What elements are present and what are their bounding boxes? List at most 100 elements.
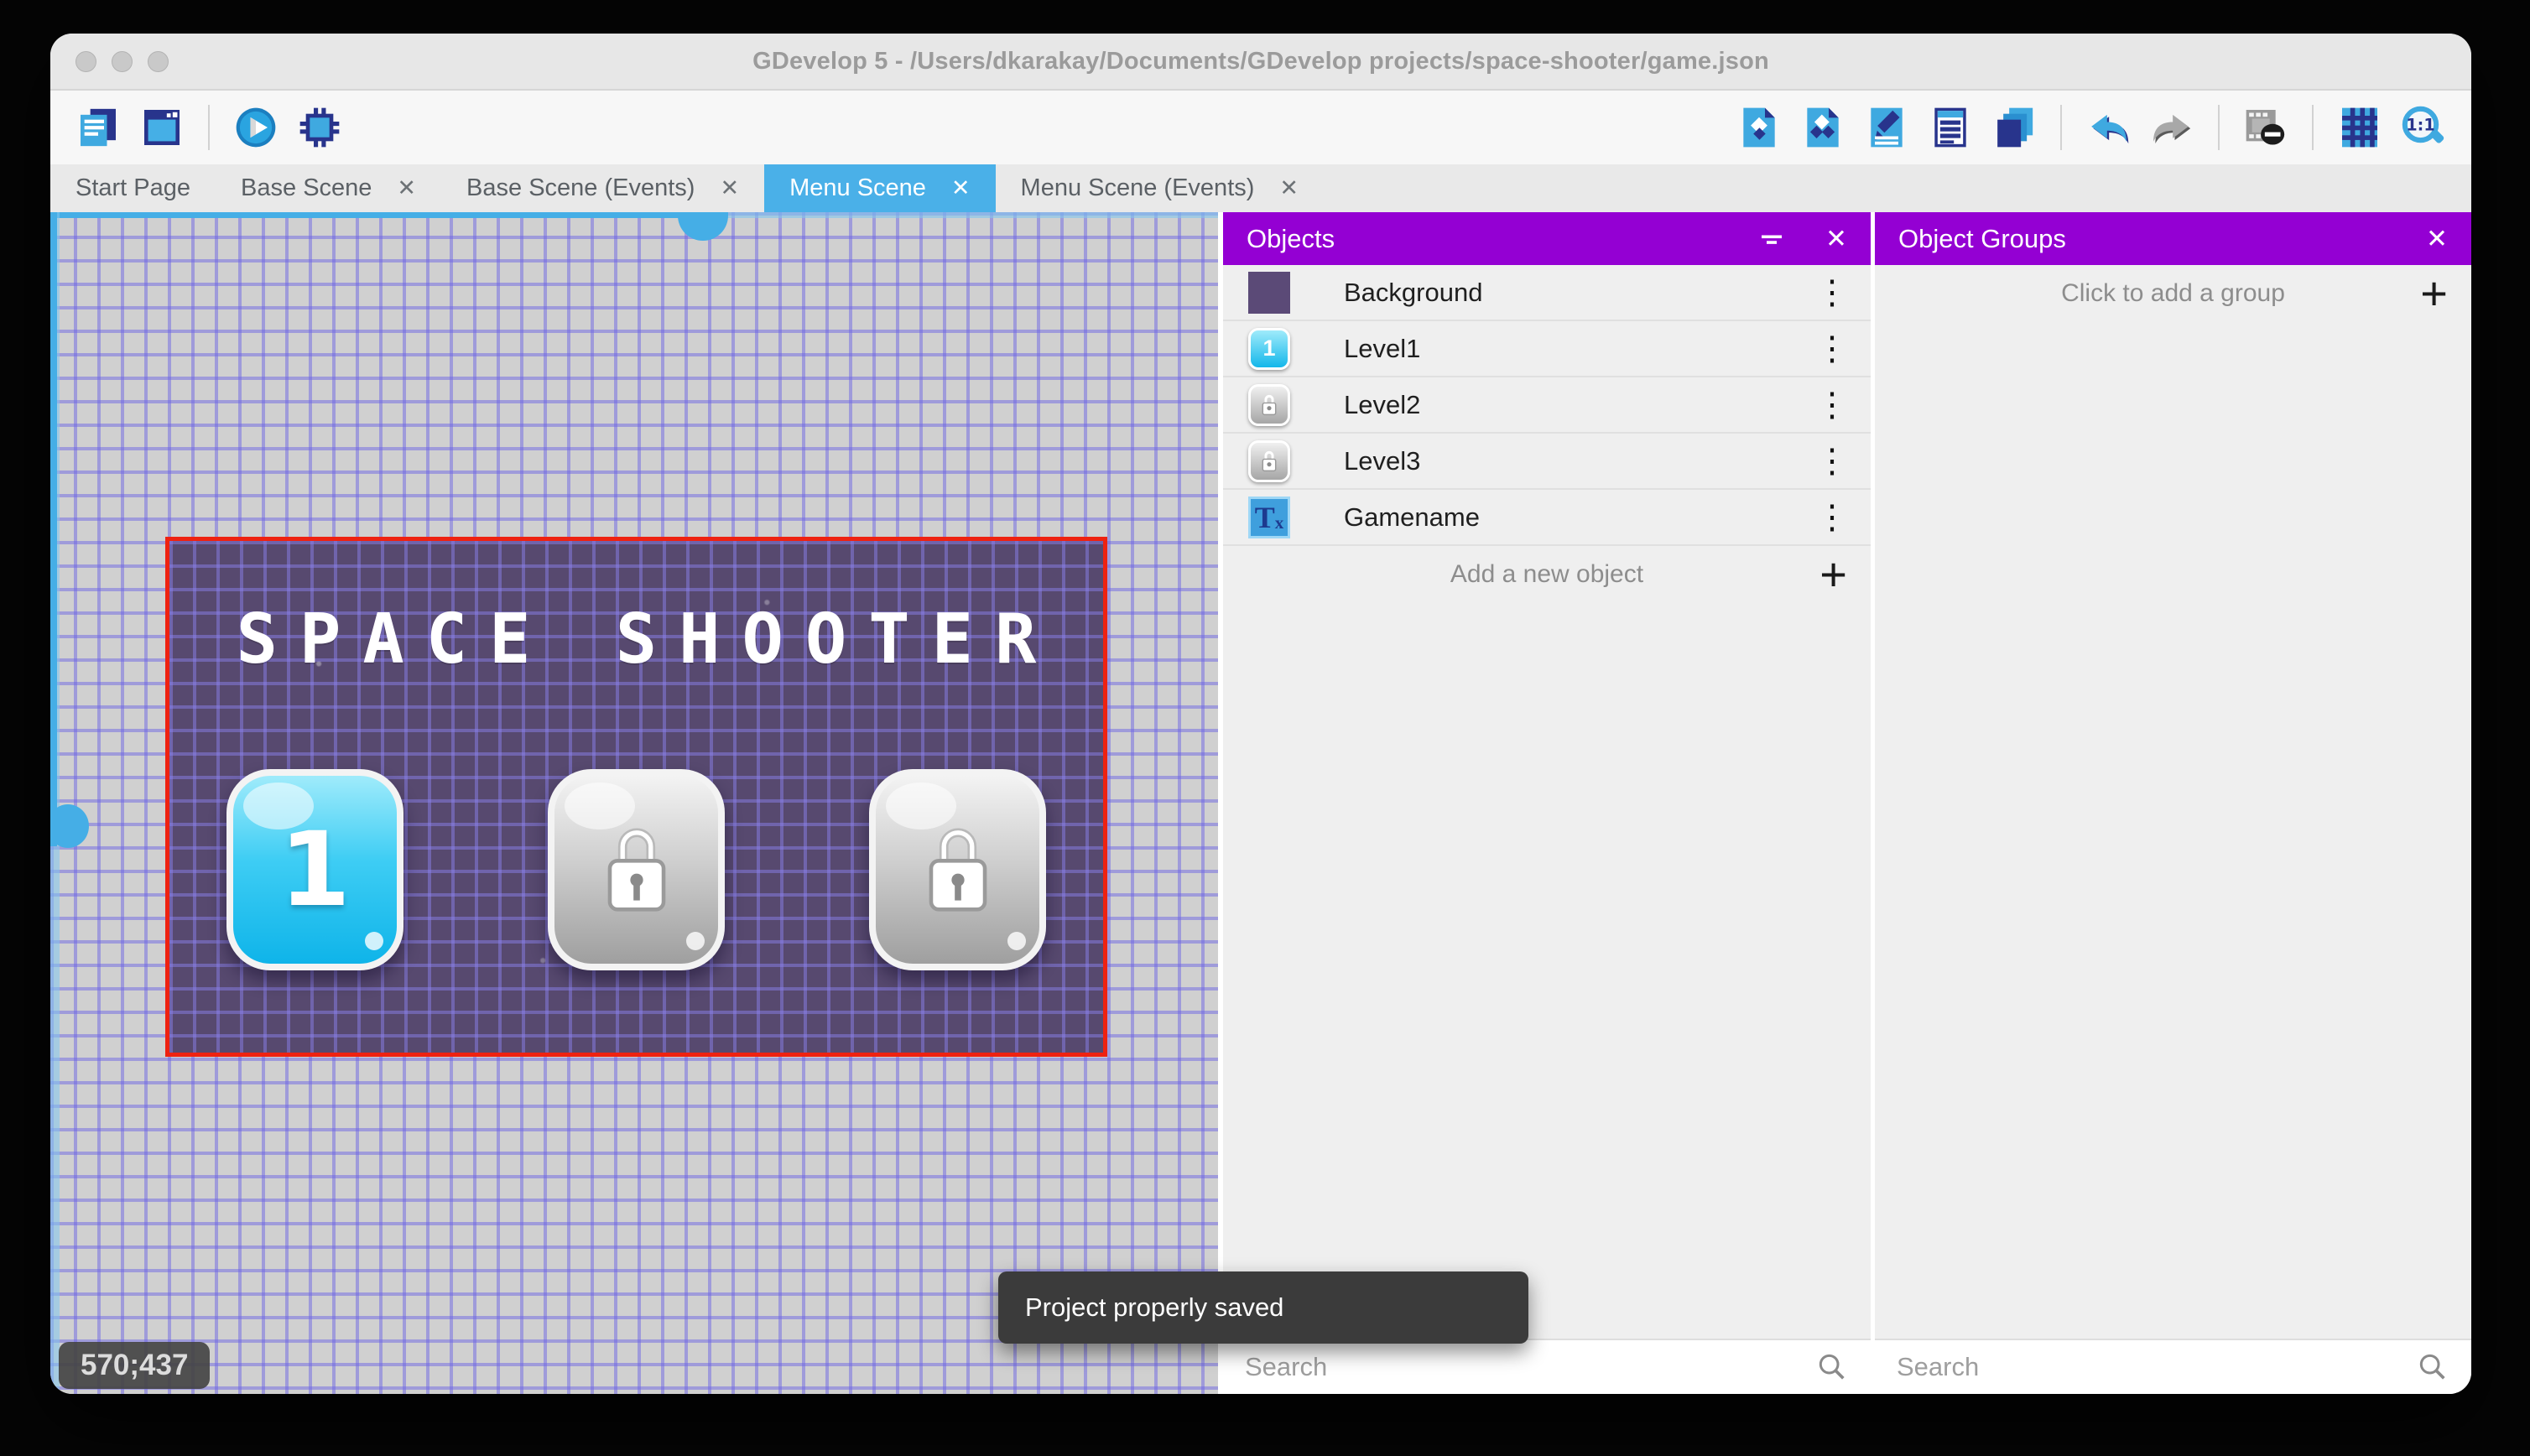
objects-panel: Objects ✕ Background ⋮ 1 Level1 ⋮ Level2… [1218, 212, 1871, 1394]
object-name: Level3 [1344, 445, 1421, 476]
tab-menu-scene-events[interactable]: Menu Scene (Events) ✕ [996, 164, 1324, 212]
add-object-label: Add a new object [1450, 559, 1644, 588]
tab-menu-scene[interactable]: Menu Scene ✕ [764, 164, 996, 212]
toolbar-divider [2312, 105, 2314, 150]
close-tab-icon[interactable]: ✕ [1279, 177, 1299, 200]
object-row-background[interactable]: Background ⋮ [1223, 265, 1871, 321]
thumbnail-number: 1 [1262, 335, 1276, 361]
object-menu-kebab-icon[interactable]: ⋮ [1815, 273, 1849, 312]
object-row-level2[interactable]: Level2 ⋮ [1223, 377, 1871, 434]
close-tab-icon[interactable]: ✕ [397, 177, 416, 200]
horizontal-scrollbar-thumb[interactable] [50, 212, 703, 218]
objects-list: Background ⋮ 1 Level1 ⋮ Level2 ⋮ Level3 … [1223, 265, 1871, 1339]
redo-button[interactable] [2146, 101, 2198, 154]
object-menu-kebab-icon[interactable]: ⋮ [1815, 498, 1849, 537]
object-name: Level2 [1344, 389, 1421, 419]
object-name: Level1 [1344, 333, 1421, 363]
objects-panel-title: Objects [1247, 223, 1335, 253]
tab-label: Menu Scene [789, 174, 926, 201]
show-instances-list-button[interactable] [1924, 101, 1976, 154]
object-groups-panel: Object Groups ✕ Click to add a group + [1871, 212, 2471, 1394]
object-row-level1[interactable]: 1 Level1 ⋮ [1223, 321, 1871, 377]
filter-icon[interactable] [1757, 224, 1787, 254]
show-object-groups-button[interactable] [1797, 101, 1849, 154]
save-toast: Project properly saved [998, 1271, 1528, 1344]
zoom-1-1-button[interactable]: 1:1 [2397, 101, 2449, 154]
close-panel-icon[interactable]: ✕ [1825, 226, 1847, 252]
level1-button-object[interactable]: 1 [226, 769, 403, 970]
groups-search-input[interactable] [1897, 1352, 2416, 1382]
object-thumbnail-level3 [1248, 439, 1290, 482]
tab-base-scene-events[interactable]: Base Scene (Events) ✕ [441, 164, 764, 212]
tab-base-scene[interactable]: Base Scene ✕ [216, 164, 441, 212]
horizontal-scrollbar-handle[interactable] [678, 212, 728, 241]
window-title: GDevelop 5 - /Users/dkarakay/Documents/G… [752, 47, 1769, 75]
tab-start-page[interactable]: Start Page [50, 164, 216, 212]
scene-tabs: Start Page Base Scene ✕ Base Scene (Even… [50, 164, 2471, 212]
scene-canvas[interactable]: SPACE SHOOTER 1 570;437 [50, 212, 1218, 1394]
show-layers-button[interactable] [1988, 101, 2040, 154]
close-tab-icon[interactable]: ✕ [720, 177, 739, 200]
open-project-manager-button[interactable] [72, 101, 124, 154]
close-window-button[interactable] [75, 50, 96, 72]
grid-icon [2342, 107, 2377, 148]
level2-locked-button-object[interactable] [548, 769, 725, 970]
scene-title-text-object[interactable]: SPACE SHOOTER [169, 600, 1103, 679]
minimize-window-button[interactable] [112, 50, 133, 72]
preview-button[interactable] [230, 101, 282, 154]
tab-label: Base Scene [241, 174, 372, 201]
toolbar-divider [2060, 105, 2062, 150]
svg-text:1:1: 1:1 [2406, 116, 2434, 135]
groups-search-bar [1875, 1339, 2471, 1394]
object-groups-list: Click to add a group + [1875, 265, 2471, 1339]
object-groups-icon [1807, 107, 1839, 148]
object-thumbnail-color-swatch [1248, 271, 1290, 314]
toolbar-divider [208, 105, 210, 150]
plus-icon: + [2420, 266, 2448, 320]
object-menu-kebab-icon[interactable]: ⋮ [1815, 386, 1849, 424]
vertical-scrollbar-thumb[interactable] [50, 212, 57, 846]
maximize-window-button[interactable] [148, 50, 169, 72]
toolbar-divider [2218, 105, 2220, 150]
cursor-coordinates-badge: 570;437 [59, 1342, 211, 1389]
object-thumbnail-level2 [1248, 383, 1290, 426]
game-scene-rect[interactable]: SPACE SHOOTER 1 [165, 537, 1107, 1057]
layers-icon [1997, 107, 2033, 148]
toggle-instances-mask-button[interactable] [2240, 101, 2292, 154]
undo-button[interactable] [2082, 101, 2134, 154]
editor-content: SPACE SHOOTER 1 570;437 Objects ✕ Backgr… [50, 212, 2471, 1394]
object-thumbnail-level1: 1 [1248, 327, 1290, 370]
mini-lock-icon [1262, 450, 1277, 471]
instances-list-icon [1934, 107, 1966, 148]
object-name: Gamename [1344, 502, 1480, 532]
objects-panel-header: Objects ✕ [1223, 212, 1871, 265]
vertical-scrollbar-handle[interactable] [50, 804, 89, 848]
scene-editor-button[interactable] [136, 101, 188, 154]
text-object-glyph-sub: x [1274, 512, 1284, 533]
object-row-gamename[interactable]: T x Gamename ⋮ [1223, 490, 1871, 546]
close-tab-icon[interactable]: ✕ [951, 177, 971, 200]
plus-icon: + [1819, 547, 1847, 601]
object-menu-kebab-icon[interactable]: ⋮ [1815, 442, 1849, 481]
lock-icon [929, 828, 986, 912]
add-group-label: Click to add a group [2061, 278, 2285, 307]
add-group-button[interactable]: Click to add a group + [1875, 265, 2471, 321]
object-menu-kebab-icon[interactable]: ⋮ [1815, 330, 1849, 368]
objects-search-input[interactable] [1245, 1352, 1815, 1382]
debug-button[interactable] [294, 101, 346, 154]
project-manager-icon [81, 108, 116, 147]
object-row-level3[interactable]: Level3 ⋮ [1223, 434, 1871, 490]
main-toolbar: 1:1 [50, 91, 2471, 164]
toggle-grid-button[interactable] [2334, 101, 2386, 154]
scene-window-icon [144, 110, 180, 145]
mini-lock-icon [1262, 394, 1277, 415]
close-panel-icon[interactable]: ✕ [2426, 226, 2448, 252]
show-objects-panel-button[interactable] [1733, 101, 1785, 154]
toolbar-left-group [72, 101, 346, 154]
level3-locked-button-object[interactable] [869, 769, 1046, 970]
traffic-lights [75, 34, 169, 89]
play-icon [236, 107, 276, 148]
gdevelop-window: GDevelop 5 - /Users/dkarakay/Documents/G… [50, 34, 2471, 1394]
add-new-object-button[interactable]: Add a new object + [1223, 546, 1871, 602]
show-properties-button[interactable] [1861, 101, 1913, 154]
